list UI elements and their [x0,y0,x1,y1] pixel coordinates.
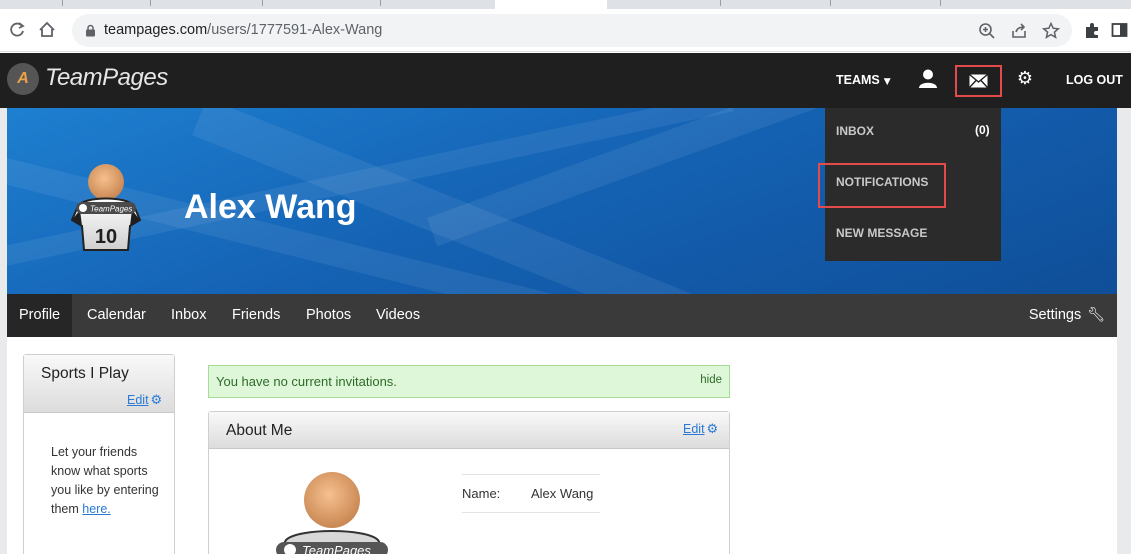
tab-separator [940,0,941,6]
hide-invitations-button[interactable]: hide [700,374,722,386]
about-avatar-brand-text: TeamPages [302,543,371,554]
info-divider [462,474,600,475]
profile-avatar[interactable]: TeamPages 10 [70,162,142,252]
sports-panel-title: Sports I Play [41,365,129,382]
name-value: Alex Wang [531,486,594,501]
jersey-number: 10 [95,226,117,248]
browser-toolbar: teampages.com/users/1777591-Alex-Wang [0,9,1131,52]
site-header: A TeamPages TEAMS ▼ ⚙ LOG OUT [0,53,1131,108]
puzzle-icon[interactable] [1081,19,1103,41]
profile-name: Alex Wang [184,188,357,226]
name-label: Name: [462,486,501,501]
reload-icon[interactable] [6,19,28,41]
invitations-message: You have no current invitations. [216,374,397,389]
dropdown-item-new-message[interactable]: NEW MESSAGE [836,226,927,240]
caret-down-icon: ▼ [883,77,891,87]
logout-button[interactable]: LOG OUT [1066,73,1123,87]
tab-separator [830,0,831,6]
gear-icon: ⚙ [150,393,163,408]
teampages-logo-icon[interactable]: A [7,63,39,95]
tab-videos[interactable]: Videos [364,294,432,337]
about-edit-link[interactable]: Edit ⚙ [683,422,718,437]
user-icon[interactable] [918,68,938,90]
about-me-title: About Me [226,422,293,439]
wrench-icon: 🔧︎ [1087,307,1105,323]
avatar-brand-text: TeamPages [90,205,132,214]
tab-inbox[interactable]: Inbox [159,294,218,337]
notifications-highlight-box [818,163,946,208]
tab-friends[interactable]: Friends [220,294,292,337]
settings-label: Settings [1028,307,1082,323]
site-logo-text[interactable]: TeamPages [45,64,168,92]
tab-photos[interactable]: Photos [294,294,363,337]
info-divider [462,512,600,513]
tab-calendar[interactable]: Calendar [75,294,158,337]
envelope-icon [969,74,988,88]
about-avatar: TeamPages [276,472,388,554]
inbox-count-badge: (0) [975,123,990,137]
tab-profile[interactable]: Profile [7,294,73,337]
tab-separator [720,0,721,6]
about-me-header: About Me Edit ⚙ [209,412,729,449]
settings-link[interactable]: Settings 🔧︎ [1029,294,1105,337]
about-edit-label: Edit [683,422,705,436]
dropdown-item-inbox[interactable]: INBOX [836,124,874,138]
tab-separator [380,0,381,6]
url-text: teampages.com/users/1777591-Alex-Wang [104,22,383,38]
messages-button[interactable] [955,65,1002,97]
share-icon[interactable] [1008,20,1030,42]
address-bar[interactable]: teampages.com/users/1777591-Alex-Wang [72,14,1072,47]
tab-separator [150,0,151,6]
sports-edit-link[interactable]: Edit ⚙ [127,393,162,408]
sports-edit-label: Edit [127,393,149,407]
sports-here-link[interactable]: here. [82,502,111,516]
sports-panel-header: Sports I Play Edit ⚙ [24,355,174,413]
home-icon[interactable] [36,19,58,41]
tab-separator [62,0,63,6]
lock-icon [86,24,95,37]
browser-tab-strip [0,0,1131,9]
gear-icon: ⚙ [706,422,719,437]
gear-icon[interactable]: ⚙ [1015,68,1035,90]
invitations-notice: You have no current invitations. hide [208,365,730,398]
sports-panel: Sports I Play Edit ⚙ Let your friends kno… [23,354,175,554]
star-icon[interactable] [1040,20,1062,42]
sports-description: Let your friends know what sports you li… [51,443,161,519]
teams-menu-button[interactable]: TEAMS ▼ [836,73,891,87]
active-browser-tab[interactable] [495,0,607,9]
tab-separator [262,0,263,6]
side-panel-icon[interactable] [1109,19,1131,41]
teams-label: TEAMS [836,73,880,87]
zoom-icon[interactable] [976,20,998,42]
profile-nav-bar: Profile Calendar Inbox Friends Photos Vi… [7,294,1117,337]
